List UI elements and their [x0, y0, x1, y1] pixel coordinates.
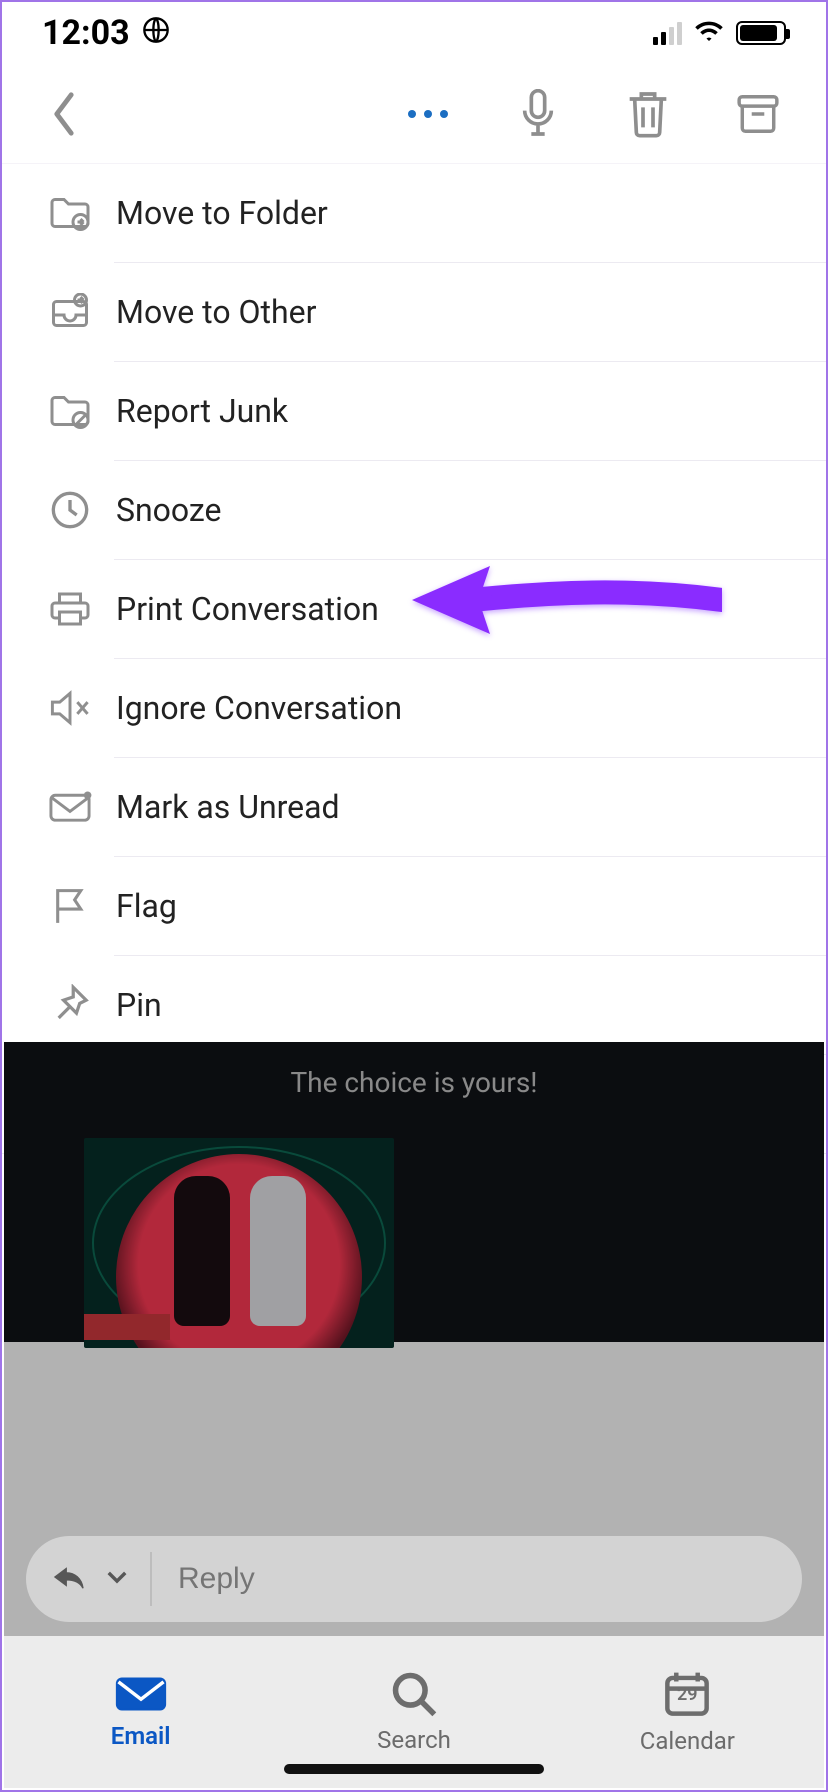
tab-label: Email: [111, 1722, 171, 1750]
mute-icon: [34, 689, 106, 727]
globe-icon: [142, 13, 170, 53]
menu-item-pin[interactable]: Pin: [2, 956, 826, 1054]
reply-input[interactable]: [178, 1562, 776, 1596]
flag-icon: [34, 886, 106, 926]
status-bar: 12:03: [2, 2, 826, 64]
pin-icon: [34, 984, 106, 1026]
clock-icon: [34, 490, 106, 530]
menu-item-move-to-other[interactable]: Move to Other: [2, 263, 826, 361]
tab-calendar[interactable]: 29 Calendar: [551, 1636, 824, 1788]
wifi-icon: [694, 19, 724, 47]
menu-item-report-junk[interactable]: Report Junk: [2, 362, 826, 460]
more-menu-button[interactable]: [400, 86, 456, 142]
tab-email[interactable]: Email: [4, 1636, 277, 1788]
menu-item-label: Ignore Conversation: [106, 689, 826, 727]
back-button[interactable]: [36, 86, 92, 142]
voice-button[interactable]: [510, 86, 566, 142]
menu-item-snooze[interactable]: Snooze: [2, 461, 826, 559]
action-menu: Move to Folder Move to Other Report Junk…: [2, 164, 826, 1154]
menu-item-label: Report Junk: [106, 392, 826, 430]
app-toolbar: [2, 64, 826, 164]
reply-bar[interactable]: [26, 1536, 802, 1622]
menu-item-label: Move to Folder: [106, 194, 826, 232]
menu-item-print-conversation[interactable]: Print Conversation: [2, 560, 826, 658]
trash-icon: [626, 89, 670, 139]
inbox-move-icon: [34, 293, 106, 331]
menu-item-move-to-folder[interactable]: Move to Folder: [2, 164, 826, 262]
search-icon: [390, 1670, 438, 1718]
folder-block-icon: [34, 392, 106, 430]
bottom-tabs: Email Search 29 Calendar: [4, 1636, 824, 1788]
ellipsis-icon: [408, 110, 448, 118]
battery-icon: [736, 21, 786, 45]
menu-item-mark-as-unread[interactable]: Mark as Unread: [2, 758, 826, 856]
menu-item-label: Snooze: [106, 491, 826, 529]
menu-item-label: Print Conversation: [106, 590, 826, 628]
cellular-signal-icon: [653, 21, 682, 45]
delete-button[interactable]: [620, 86, 676, 142]
menu-item-ignore-conversation[interactable]: Ignore Conversation: [2, 659, 826, 757]
tab-label: Search: [377, 1726, 451, 1754]
reply-icon: [52, 1563, 86, 1595]
archive-icon: [736, 92, 780, 136]
tab-label: Calendar: [640, 1727, 735, 1755]
menu-item-label: Move to Other: [106, 293, 826, 331]
status-time: 12:03: [42, 13, 130, 53]
home-indicator: [284, 1764, 544, 1774]
menu-item-label: Mark as Unread: [106, 788, 826, 826]
calendar-day: 29: [677, 1684, 698, 1705]
printer-icon: [34, 589, 106, 629]
separator: [150, 1552, 152, 1606]
menu-item-flag[interactable]: Flag: [2, 857, 826, 955]
folder-move-icon: [34, 194, 106, 232]
mail-icon: [115, 1674, 167, 1714]
menu-item-label: Flag: [106, 887, 826, 925]
chevron-down-icon[interactable]: [106, 1569, 128, 1589]
archive-button[interactable]: [730, 86, 786, 142]
envelope-dot-icon: [34, 789, 106, 825]
microphone-icon: [518, 89, 558, 139]
menu-item-label: Pin: [106, 986, 826, 1024]
